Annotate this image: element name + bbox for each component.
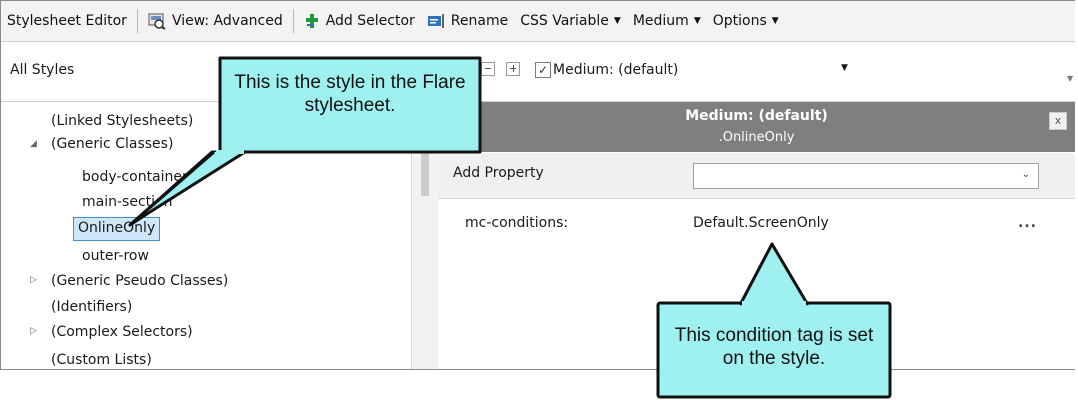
style-callout-text: This is the style in the Flare styleshee… — [234, 72, 466, 116]
condition-callout-tail — [738, 242, 810, 306]
condition-callout-text: This condition tag is set on the style. — [674, 325, 874, 369]
style-callout-tail — [129, 150, 246, 226]
callout-graphics — [128, 56, 892, 399]
